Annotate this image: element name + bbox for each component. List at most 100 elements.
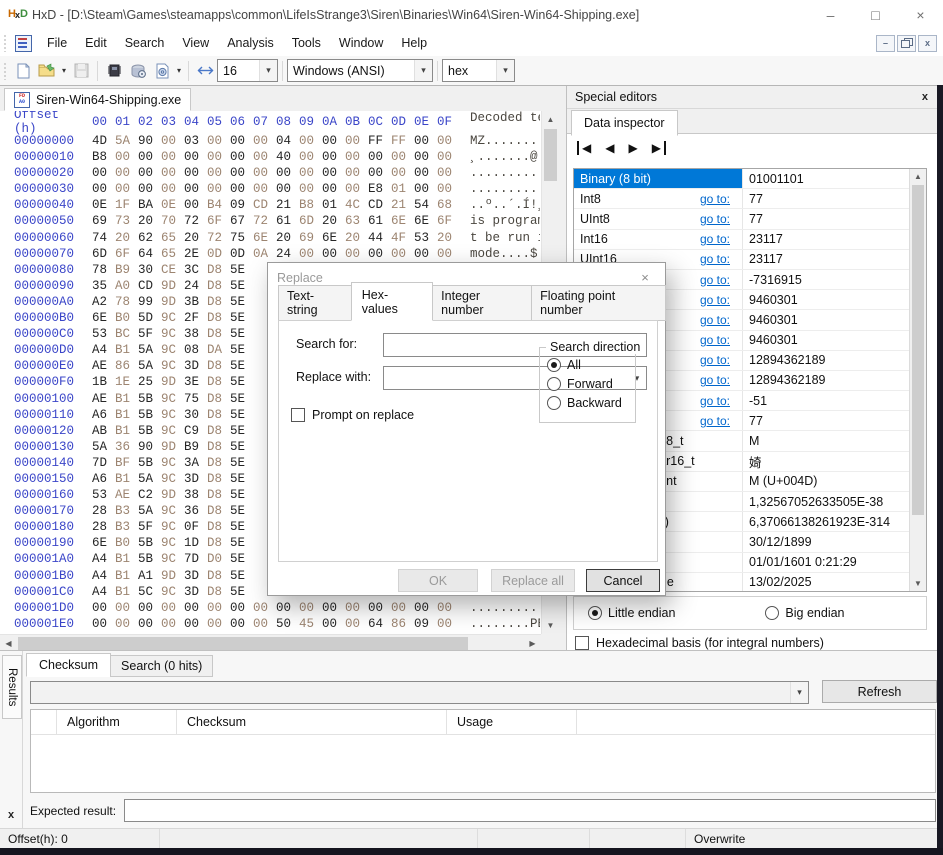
hex-byte[interactable]: 5E	[226, 535, 249, 551]
column-header-checksum[interactable]: Checksum	[177, 710, 447, 734]
menu-help[interactable]: Help	[392, 32, 436, 54]
hex-byte[interactable]: 5E	[226, 503, 249, 519]
open-file-button[interactable]	[35, 59, 59, 83]
close-results-button[interactable]: x	[3, 807, 19, 823]
column-header-algorithm[interactable]: Algorithm	[57, 710, 177, 734]
inspector-value[interactable]: -51	[742, 391, 910, 410]
hex-byte[interactable]: 74	[88, 230, 111, 246]
hex-byte[interactable]: 90	[134, 439, 157, 455]
bytes-per-row-select[interactable]: 16▾	[217, 59, 278, 82]
hex-byte[interactable]: 9C	[157, 391, 180, 407]
hex-byte[interactable]: 5E	[226, 551, 249, 567]
inspector-value[interactable]: 30/12/1899	[742, 532, 910, 551]
hex-byte[interactable]: 3B	[180, 294, 203, 310]
hex-byte[interactable]: 30	[180, 407, 203, 423]
hex-byte[interactable]: D8	[203, 568, 226, 584]
hex-byte[interactable]: 50	[272, 616, 295, 632]
dialog-tab-floating-point-number[interactable]: Floating point number	[531, 285, 666, 321]
hex-byte[interactable]: 9C	[157, 423, 180, 439]
hex-byte[interactable]: 00	[111, 181, 134, 197]
hex-byte[interactable]: 00	[318, 600, 341, 616]
hex-byte[interactable]: 00	[364, 149, 387, 165]
hex-byte[interactable]: 36	[111, 439, 134, 455]
new-file-button[interactable]	[11, 59, 35, 83]
hex-byte[interactable]: 00	[387, 149, 410, 165]
inspector-value[interactable]: 9460301	[742, 310, 910, 329]
hex-byte[interactable]: 5B	[134, 423, 157, 439]
hex-byte[interactable]: B1	[111, 423, 134, 439]
hex-byte[interactable]: B1	[111, 551, 134, 567]
hex-byte[interactable]: 00	[341, 616, 364, 632]
hex-byte[interactable]: 62	[134, 230, 157, 246]
hex-byte[interactable]: 6E	[318, 230, 341, 246]
hex-byte[interactable]: 5E	[226, 358, 249, 374]
goto-link[interactable]: go to:	[700, 273, 730, 287]
hex-byte[interactable]: 9D	[157, 487, 180, 503]
hex-byte[interactable]: 00	[226, 616, 249, 632]
menu-search[interactable]: Search	[116, 32, 174, 54]
hex-byte[interactable]: 00	[180, 165, 203, 181]
hex-byte[interactable]: 0E	[88, 197, 111, 213]
hex-byte[interactable]: 36	[180, 503, 203, 519]
hex-byte[interactable]: 5B	[134, 407, 157, 423]
hex-byte[interactable]: 9D	[157, 568, 180, 584]
radio-big-endian[interactable]: Big endian	[765, 606, 844, 620]
hex-byte[interactable]: 00	[203, 133, 226, 149]
hex-byte[interactable]: D8	[203, 374, 226, 390]
hex-byte[interactable]: AE	[88, 358, 111, 374]
hex-byte[interactable]: 9C	[157, 342, 180, 358]
hex-byte[interactable]: 00	[433, 616, 456, 632]
hex-byte[interactable]: 24	[272, 246, 295, 262]
hex-byte[interactable]: 6D	[88, 246, 111, 262]
hex-byte[interactable]: AB	[88, 423, 111, 439]
goto-link[interactable]: go to:	[700, 313, 730, 327]
hex-byte[interactable]: 00	[295, 181, 318, 197]
hex-byte[interactable]: 5E	[226, 407, 249, 423]
hex-byte[interactable]: 00	[433, 149, 456, 165]
hex-byte[interactable]: 0A	[249, 246, 272, 262]
hex-byte[interactable]: 78	[111, 294, 134, 310]
hex-byte[interactable]: 61	[272, 213, 295, 229]
hex-byte[interactable]: 00	[180, 149, 203, 165]
hex-byte[interactable]: D8	[203, 519, 226, 535]
inspector-value[interactable]: 23117	[742, 230, 910, 249]
hex-byte[interactable]: D8	[203, 310, 226, 326]
hex-byte[interactable]: 00	[226, 165, 249, 181]
hex-byte[interactable]: 73	[111, 213, 134, 229]
hex-byte[interactable]: 09	[410, 616, 433, 632]
hex-byte[interactable]: 4C	[341, 197, 364, 213]
hex-byte[interactable]: 00	[295, 246, 318, 262]
inspector-value[interactable]: 77	[742, 189, 910, 208]
hex-byte[interactable]: 00	[88, 616, 111, 632]
hex-byte[interactable]: C9	[180, 423, 203, 439]
hex-byte[interactable]: 00	[272, 181, 295, 197]
hex-byte[interactable]: C2	[134, 487, 157, 503]
hex-byte[interactable]: 5C	[134, 584, 157, 600]
hex-byte[interactable]: B1	[111, 471, 134, 487]
hex-byte[interactable]: 01	[387, 181, 410, 197]
goto-link[interactable]: go to:	[700, 333, 730, 347]
goto-link[interactable]: go to:	[700, 394, 730, 408]
hex-byte[interactable]: 00	[203, 149, 226, 165]
hex-byte[interactable]: 00	[134, 165, 157, 181]
hex-byte[interactable]: 6E	[88, 310, 111, 326]
prompt-on-replace-checkbox[interactable]: Prompt on replace	[291, 408, 414, 422]
hex-byte[interactable]: A6	[88, 471, 111, 487]
hex-byte[interactable]: D8	[203, 423, 226, 439]
hex-byte[interactable]: 64	[134, 246, 157, 262]
hex-byte[interactable]: A4	[88, 584, 111, 600]
hex-byte[interactable]: 00	[226, 133, 249, 149]
mdi-close-button[interactable]: x	[918, 35, 937, 52]
hex-byte[interactable]: 61	[364, 213, 387, 229]
hex-byte[interactable]: 63	[341, 213, 364, 229]
goto-link[interactable]: go to:	[700, 353, 730, 367]
hex-byte[interactable]: 00	[157, 133, 180, 149]
scrollbar-thumb[interactable]	[544, 129, 557, 181]
hex-byte[interactable]: 9C	[157, 535, 180, 551]
ok-button[interactable]: OK	[398, 569, 478, 592]
hex-byte[interactable]: 72	[203, 230, 226, 246]
hex-byte[interactable]: D8	[203, 407, 226, 423]
hex-byte[interactable]: 78	[88, 262, 111, 278]
encoding-select[interactable]: Windows (ANSI)▾	[287, 59, 433, 82]
hex-byte[interactable]: 5E	[226, 374, 249, 390]
